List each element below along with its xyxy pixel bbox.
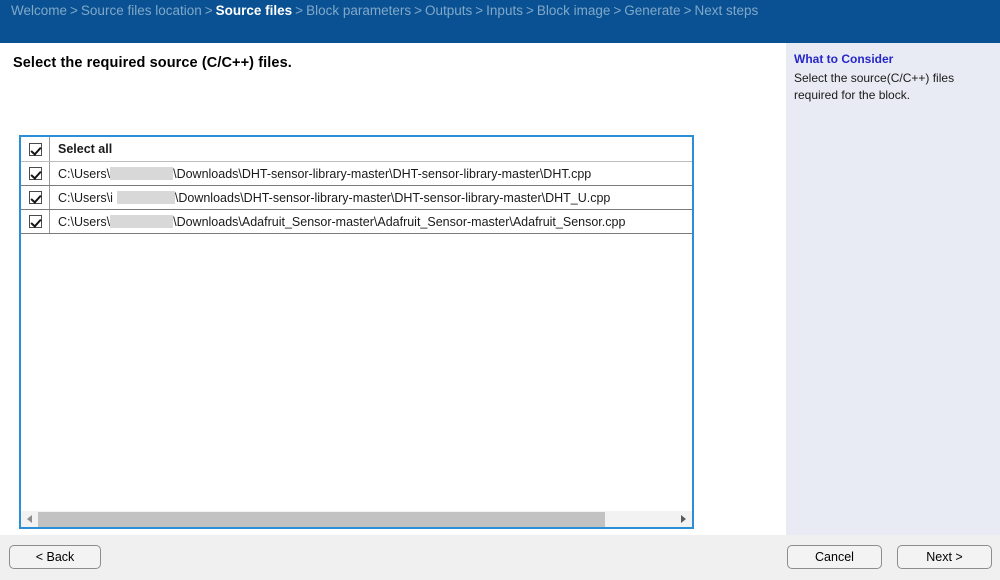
main-content: Select the required source (C/C++) files… [0, 43, 786, 535]
breadcrumb-separator: > [70, 3, 78, 18]
file-path-label: C:\Users\ \Downloads\DHT-sensor-library-m… [50, 167, 591, 181]
scroll-right-arrow-icon[interactable] [675, 510, 692, 527]
wizard-footer: < Back Cancel Next > [0, 535, 1000, 580]
source-files-listbox[interactable]: Select all C:\Users\ \Downloads\DHT-senso… [19, 135, 694, 529]
file-path-suffix: \Downloads\Adafruit_Sensor-master\Adafru… [173, 214, 626, 229]
select-all-row[interactable]: Select all [21, 137, 692, 162]
file-checkbox-cell[interactable] [21, 162, 50, 185]
back-button[interactable]: < Back [9, 545, 101, 569]
file-path-suffix: \Downloads\DHT-sensor-library-master\DHT… [173, 166, 592, 181]
table-row[interactable]: C:\Users\ \Downloads\Adafruit_Sensor-mast… [21, 210, 692, 234]
breadcrumb-item-inputs[interactable]: Inputs [486, 3, 523, 18]
table-row[interactable]: C:\Users\ \Downloads\DHT-sensor-library-m… [21, 162, 692, 186]
scroll-left-arrow-icon[interactable] [21, 510, 38, 527]
breadcrumb-item-block-parameters[interactable]: Block parameters [306, 3, 411, 18]
file-path-prefix: C:\Users\ [58, 214, 111, 229]
file-path-label: C:\Users\ \Downloads\Adafruit_Sensor-mast… [50, 215, 625, 229]
checkbox-checked-icon[interactable] [28, 142, 42, 156]
file-path-prefix: C:\Users\i [58, 190, 113, 205]
file-path-prefix: C:\Users\ [58, 166, 111, 181]
breadcrumb-separator: > [295, 3, 304, 18]
select-all-label: Select all [58, 142, 113, 156]
sidebar-title: What to Consider [794, 52, 894, 66]
breadcrumb-item-outputs[interactable]: Outputs [425, 3, 472, 18]
breadcrumb-item-block-image[interactable]: Block image [537, 3, 611, 18]
checkbox-checked-icon[interactable] [28, 167, 42, 180]
wizard-window: Welcome > Source files location > Source fil… [0, 0, 1000, 580]
breadcrumb-separator: > [475, 3, 484, 18]
breadcrumb-item-next-steps[interactable]: Next steps [694, 3, 758, 18]
next-button[interactable]: Next > [897, 545, 992, 569]
table-row[interactable]: C:\Users\i \Downloads\DHT-sensor-library-… [21, 186, 692, 210]
redacted-username [116, 191, 175, 204]
scrollbar-track[interactable] [38, 510, 675, 527]
checkbox-checked-icon[interactable] [28, 191, 42, 204]
breadcrumb-item-welcome[interactable]: Welcome [11, 3, 67, 18]
page-title: Select the required source (C/C++) files… [13, 55, 292, 71]
breadcrumb-separator: > [414, 3, 422, 18]
source-files-rows: Select all C:\Users\ \Downloads\DHT-senso… [21, 137, 692, 234]
breadcrumb-item-source-files[interactable]: Source files [216, 3, 293, 18]
file-path-label: C:\Users\i \Downloads\DHT-sensor-library-… [50, 191, 610, 205]
select-all-checkbox-cell[interactable] [21, 137, 50, 161]
sidebar-body-text: Select the source(C/C++) files required … [794, 71, 955, 102]
wizard-header: Welcome > Source files location > Source fil… [0, 0, 1000, 43]
scrollbar-thumb[interactable] [38, 511, 605, 527]
file-checkbox-cell[interactable] [21, 186, 50, 209]
what-to-consider-panel: What to Consider Select the source(C/C++… [786, 43, 1000, 535]
breadcrumb-separator: > [204, 3, 213, 18]
breadcrumb-separator: > [613, 3, 622, 18]
breadcrumb-item-generate[interactable]: Generate [624, 3, 680, 18]
cancel-button[interactable]: Cancel [787, 545, 882, 569]
file-path-suffix: \Downloads\DHT-sensor-library-master\DHT… [174, 190, 611, 205]
breadcrumb: Welcome > Source files location > Source fil… [11, 3, 758, 19]
horizontal-scrollbar[interactable] [21, 510, 692, 527]
redacted-username [110, 167, 174, 180]
breadcrumb-item-source-files-location[interactable]: Source files location [81, 3, 202, 18]
redacted-username [110, 215, 174, 228]
breadcrumb-separator: > [525, 3, 534, 18]
file-checkbox-cell[interactable] [21, 210, 50, 233]
checkbox-checked-icon[interactable] [28, 215, 42, 228]
breadcrumb-separator: > [683, 3, 692, 18]
